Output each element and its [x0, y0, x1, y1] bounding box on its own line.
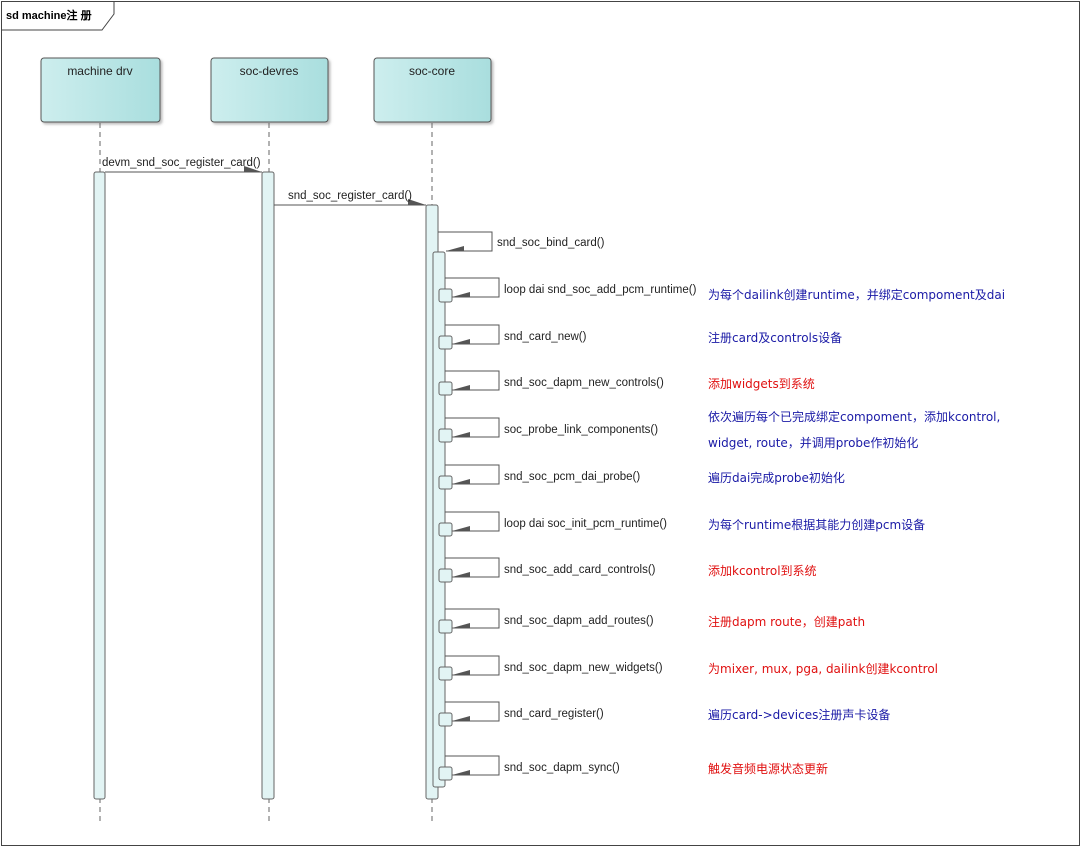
note-text: 注册card及controls设备 [708, 330, 842, 345]
self-calls-group: loop dai snd_soc_add_pcm_runtime() 为每个dai… [438, 277, 1005, 781]
self-call-label: snd_soc_dapm_add_routes() [504, 615, 654, 627]
nested-activation-box [438, 381, 453, 396]
nested-activation-box [438, 619, 453, 634]
self-call-snd-soc-bind-card[interactable]: snd_soc_bind_card() [438, 231, 605, 252]
nested-activation-box [438, 475, 453, 490]
participant-soc-core[interactable]: soc-core [373, 57, 492, 123]
sequence-diagram: sd machine注 册 machine drv soc-devres soc… [1, 1, 1080, 846]
nested-activation-box [438, 522, 453, 537]
message-label: devm_snd_soc_register_card() [102, 157, 261, 169]
self-call-label: snd_soc_pcm_dai_probe() [504, 471, 640, 483]
note-text: 为每个dailink创建runtime，并绑定compoment及dai [708, 287, 1005, 302]
self-call-pcm-dai-probe[interactable]: snd_soc_pcm_dai_probe() 遍历dai完成probe初始化 [438, 464, 845, 490]
self-call-card-register[interactable]: snd_card_register() 遍历card->devices注册声卡设备 [438, 701, 890, 727]
nested-activation-box [438, 766, 453, 781]
nested-activation-box [438, 288, 453, 303]
note-text: 添加kcontrol到系统 [708, 564, 817, 578]
nested-activation-box [438, 666, 453, 681]
note-text: 依次遍历每个已完成绑定compoment，添加kcontrol, [708, 409, 1000, 424]
frame-title: sd machine注 册 [6, 8, 92, 22]
self-call-label: snd_soc_add_card_controls() [504, 564, 656, 576]
self-call-label: loop dai soc_init_pcm_runtime() [504, 518, 667, 530]
activation-bar-soc-devres [261, 171, 275, 800]
self-call-label: snd_soc_dapm_new_controls() [504, 377, 664, 389]
activation-bar-soc-core-nested [432, 251, 446, 788]
self-call-add-card-controls[interactable]: snd_soc_add_card_controls() 添加kcontrol到系统 [438, 557, 817, 583]
self-call-label: snd_soc_dapm_sync() [504, 762, 620, 774]
participant-label: soc-devres [240, 64, 299, 78]
self-call-dapm-add-routes[interactable]: snd_soc_dapm_add_routes() 注册dapm route，创建… [438, 608, 865, 634]
message-snd-soc-register-card[interactable]: snd_soc_register_card() [274, 190, 426, 206]
self-call-dapm-new-widgets[interactable]: snd_soc_dapm_new_widgets() 为mixer, mux, p… [438, 655, 938, 681]
self-call-label: snd_soc_bind_card() [497, 237, 605, 249]
note-text-line-2: widget, route，并调用probe作初始化 [708, 436, 918, 450]
note-text: 为mixer, mux, pga, dailink创建kcontrol [708, 662, 938, 676]
note-text: 触发音频电源状态更新 [708, 761, 828, 776]
message-label: snd_soc_register_card() [288, 190, 412, 202]
self-call-label: snd_soc_dapm_new_widgets() [504, 662, 663, 674]
activation-bar-machine-drv [93, 171, 106, 800]
participant-label: machine drv [67, 64, 132, 78]
self-call-label: snd_card_register() [504, 708, 604, 720]
self-call-label: soc_probe_link_components() [504, 424, 658, 436]
nested-activation-box [438, 335, 453, 350]
participant-machine-drv[interactable]: machine drv [40, 57, 161, 123]
nested-activation-box [438, 568, 453, 583]
note-text: 注册dapm route，创建path [708, 614, 865, 629]
note-text: 添加widgets到系统 [708, 377, 815, 391]
self-call-probe-link-components[interactable]: soc_probe_link_components() 依次遍历每个已完成绑定co… [438, 409, 1000, 450]
self-call-init-pcm-runtime[interactable]: loop dai soc_init_pcm_runtime() 为每个runtim… [438, 511, 925, 537]
note-text: 遍历card->devices注册声卡设备 [708, 707, 890, 722]
note-text: 遍历dai完成probe初始化 [708, 470, 845, 485]
nested-activation-box [438, 712, 453, 727]
participant-label: soc-core [409, 64, 455, 78]
participant-soc-devres[interactable]: soc-devres [210, 57, 329, 123]
self-call-add-pcm-runtime[interactable]: loop dai snd_soc_add_pcm_runtime() 为每个dai… [438, 277, 1005, 303]
self-call-dapm-sync[interactable]: snd_soc_dapm_sync() 触发音频电源状态更新 [438, 755, 828, 781]
self-call-label: loop dai snd_soc_add_pcm_runtime() [504, 284, 697, 296]
note-text: 为每个runtime根据其能力创建pcm设备 [708, 517, 925, 532]
self-call-card-new[interactable]: snd_card_new() 注册card及controls设备 [438, 324, 842, 350]
nested-activation-box [438, 428, 453, 443]
message-devm-snd-soc-register-card[interactable]: devm_snd_soc_register_card() [102, 157, 262, 173]
self-call-label: snd_card_new() [504, 331, 587, 343]
self-call-dapm-new-controls[interactable]: snd_soc_dapm_new_controls() 添加widgets到系统 [438, 370, 815, 396]
